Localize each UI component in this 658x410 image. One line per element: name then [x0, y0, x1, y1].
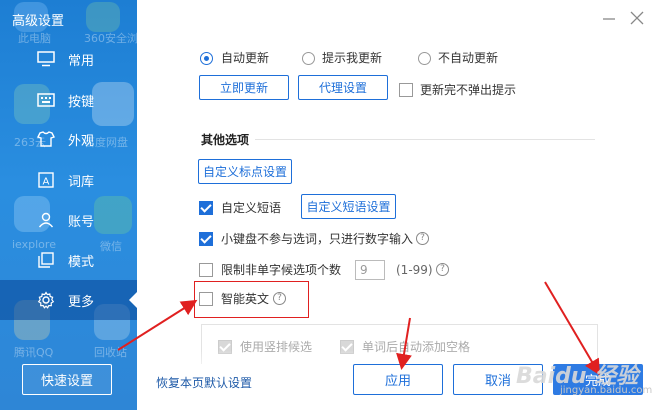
sidebar-item-label: 更多	[68, 294, 95, 310]
sidebar-item-label: 词库	[68, 174, 95, 190]
sidebar-item-dictionary[interactable]: A 词库	[0, 160, 137, 200]
quick-settings-button[interactable]: 快速设置	[22, 364, 112, 395]
section-title: 其他选项	[201, 133, 250, 147]
candidate-range-label: (1-99)	[396, 263, 433, 277]
no-popup-label: 更新完不弹出提示	[420, 83, 517, 97]
prompt-update-radio[interactable]	[302, 52, 315, 65]
no-auto-update-label: 不自动更新	[438, 51, 499, 65]
prompt-update-label: 提示我更新	[322, 51, 383, 65]
monitor-icon	[36, 49, 56, 69]
baidu-watermark-url: jingyan.baidu.com	[560, 385, 653, 396]
no-auto-update-radio[interactable]	[418, 52, 431, 65]
svg-text:A: A	[43, 177, 50, 188]
sidebar-item-label: 外观	[68, 133, 95, 149]
dictionary-icon: A	[36, 170, 56, 190]
auto-update-label: 自动更新	[221, 51, 270, 65]
sidebar-item-label: 常用	[68, 53, 95, 69]
minimize-icon[interactable]	[601, 10, 617, 26]
sidebar-item-account[interactable]: 账号	[0, 200, 137, 240]
mode-icon	[36, 250, 56, 270]
sidebar-item-more[interactable]: 更多	[0, 280, 137, 320]
sidebar-item-label: 按键	[68, 94, 95, 110]
desktop-label: 回收站	[94, 346, 127, 359]
custom-phrase-settings-button[interactable]: 自定义短语设置	[301, 194, 396, 219]
custom-phrase-checkbox[interactable]	[199, 201, 213, 215]
user-icon	[36, 210, 56, 230]
sidebar-item-keys[interactable]: 按键	[0, 80, 137, 120]
numpad-label: 小键盘不参与选词，只进行数字输入	[221, 232, 414, 246]
custom-punctuation-button[interactable]: 自定义标点设置	[198, 159, 292, 184]
numpad-checkbox[interactable]	[199, 232, 213, 246]
sidebar-item-appearance[interactable]: 外观	[0, 119, 137, 159]
close-icon[interactable]	[629, 10, 645, 26]
desktop-browser-ghost-icon	[86, 2, 120, 32]
update-now-button[interactable]: 立即更新	[199, 75, 289, 100]
keyboard-icon	[36, 90, 56, 110]
sidebar: 此电脑 360安全浏 263云 百度网盘 iexplore 微信 腾讯QQ 回收…	[0, 0, 137, 410]
shirt-icon	[36, 129, 56, 149]
auto-update-radio[interactable]	[200, 52, 213, 65]
sidebar-item-common[interactable]: 常用	[0, 39, 137, 79]
sidebar-item-label: 账号	[68, 214, 95, 230]
candidate-count-input[interactable]	[355, 260, 385, 280]
help-icon[interactable]: ?	[416, 232, 429, 245]
gear-icon	[36, 290, 56, 310]
section-divider	[255, 139, 595, 140]
sidebar-item-label: 模式	[68, 254, 95, 270]
apply-button[interactable]: 应用	[353, 364, 443, 395]
limit-candidates-checkbox[interactable]	[199, 263, 213, 277]
annotation-highlight-box	[194, 281, 309, 318]
proxy-settings-button[interactable]: 代理设置	[298, 75, 388, 100]
limit-candidates-label: 限制非单字候选项个数	[221, 263, 342, 277]
no-popup-checkbox[interactable]	[399, 83, 413, 97]
window-title: 高级设置	[12, 14, 65, 29]
custom-phrase-label: 自定义短语	[221, 201, 282, 215]
reset-defaults-link[interactable]: 恢复本页默认设置	[156, 374, 252, 391]
help-icon[interactable]: ?	[436, 263, 449, 276]
sidebar-item-mode[interactable]: 模式	[0, 240, 137, 280]
desktop-label: 腾讯QQ	[14, 346, 54, 359]
